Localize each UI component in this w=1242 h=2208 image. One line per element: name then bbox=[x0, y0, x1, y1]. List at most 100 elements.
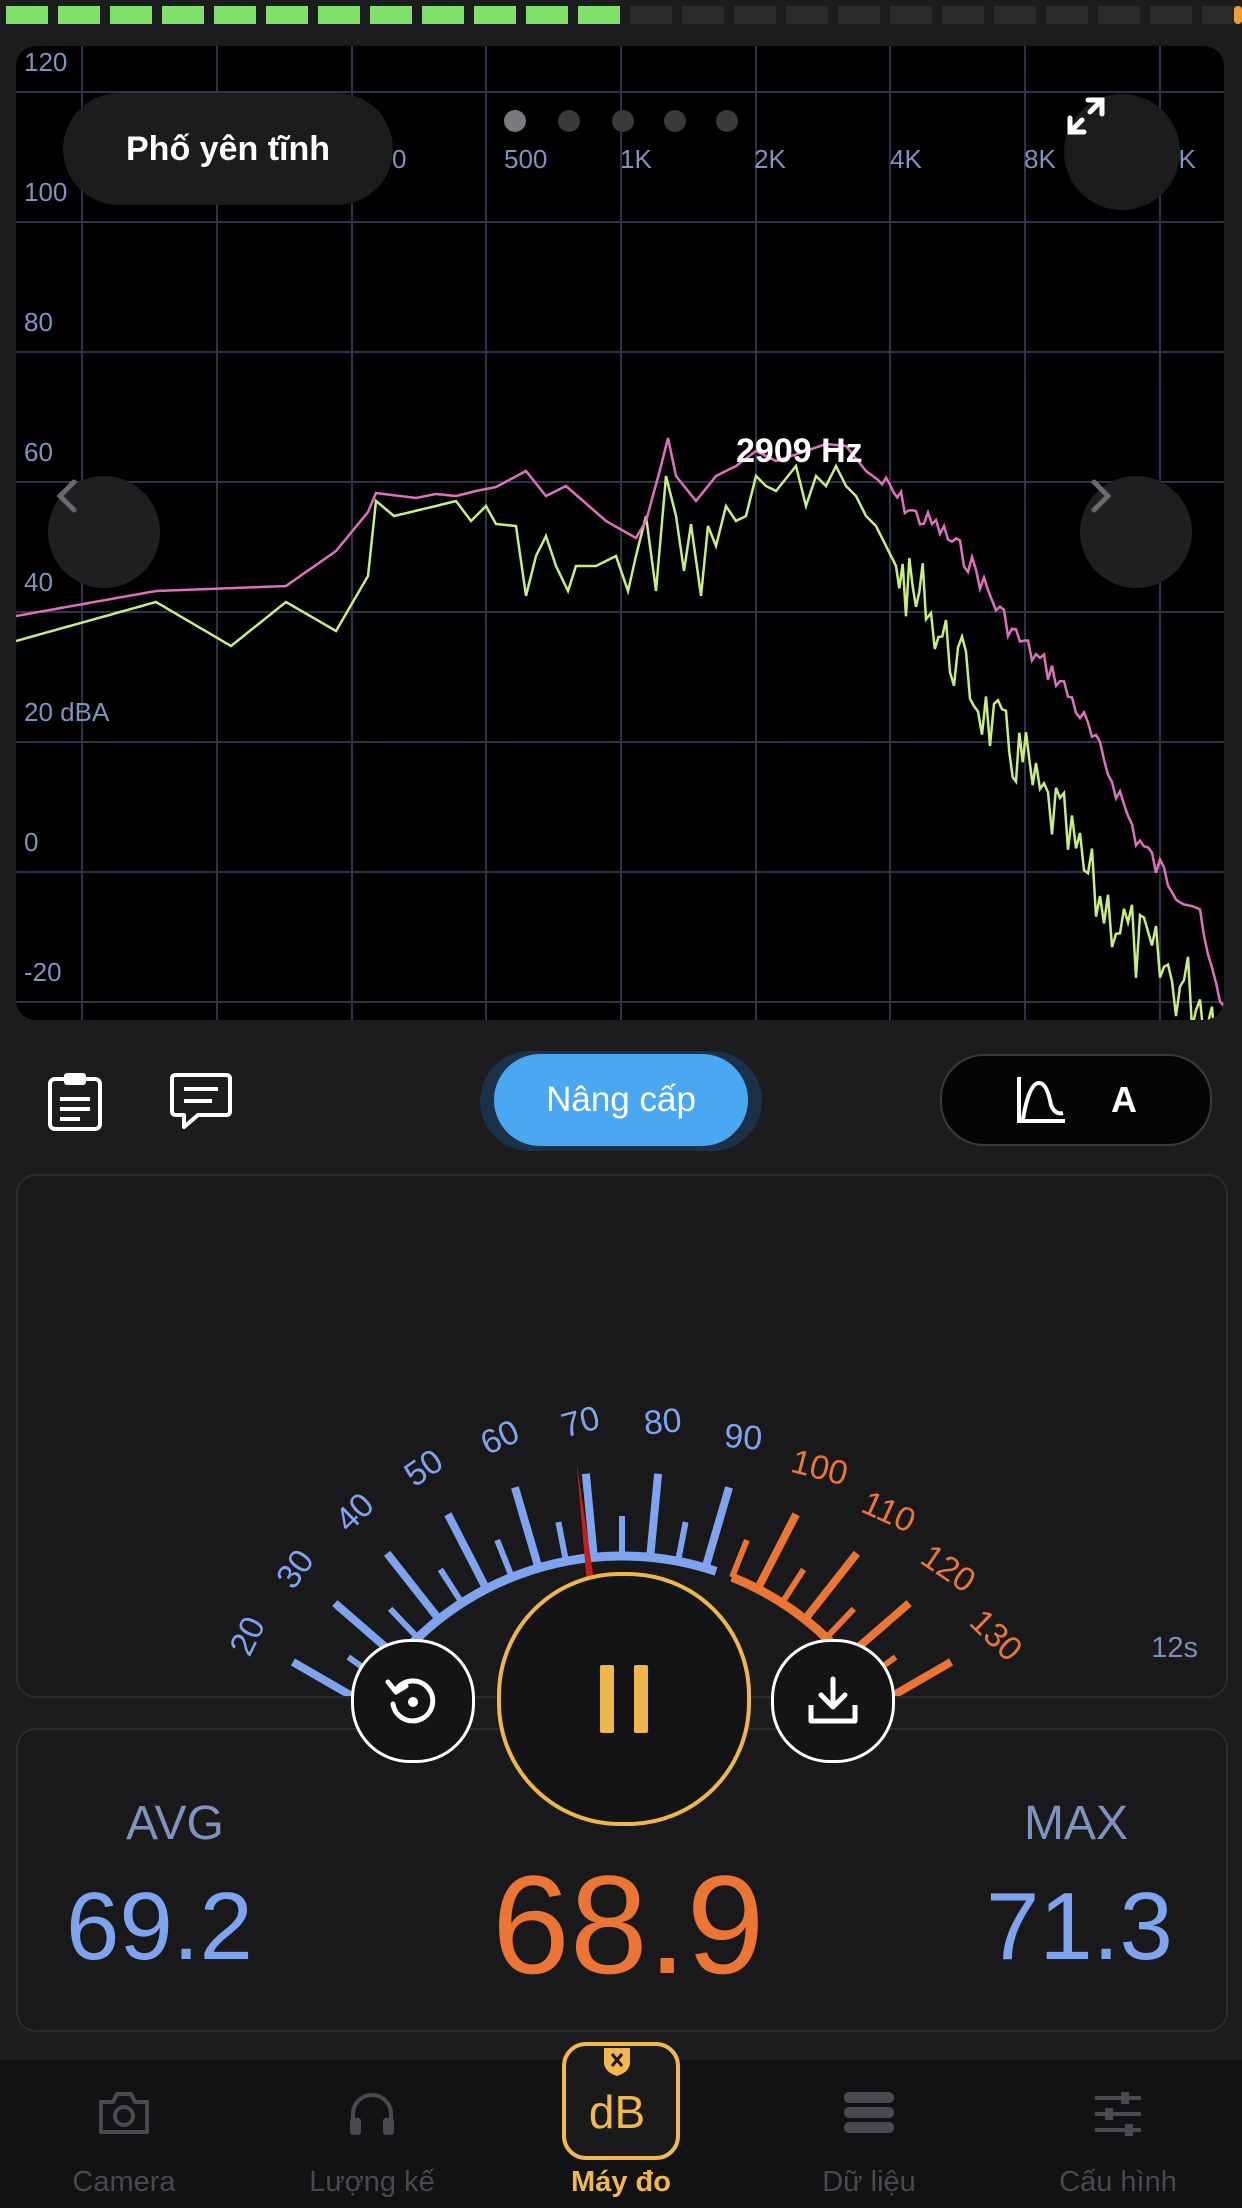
level-segment bbox=[1098, 6, 1140, 24]
notes-button[interactable] bbox=[40, 1066, 110, 1136]
level-segment bbox=[526, 6, 568, 24]
level-segment bbox=[682, 6, 724, 24]
gauge-tick bbox=[824, 1606, 857, 1640]
gauge-tick bbox=[437, 1567, 465, 1605]
upgrade-label: Nâng cấp bbox=[546, 1080, 696, 1119]
previous-button[interactable] bbox=[48, 476, 160, 588]
tab-label: Máy đo bbox=[571, 2166, 671, 2198]
level-segment bbox=[318, 6, 360, 24]
gauge-tick bbox=[754, 1512, 800, 1591]
pause-icon bbox=[600, 1665, 648, 1733]
preset-selector[interactable]: Phố yên tĩnh bbox=[63, 93, 393, 205]
level-edge-segment bbox=[1234, 6, 1242, 24]
comment-button[interactable] bbox=[166, 1066, 236, 1136]
current-value: 68.9 bbox=[492, 1846, 765, 2003]
y-tick-label: 80 bbox=[24, 307, 53, 337]
level-segment bbox=[838, 6, 880, 24]
camera-icon bbox=[99, 2092, 149, 2134]
avg-value: 69.2 bbox=[66, 1873, 253, 1980]
level-segment bbox=[994, 6, 1036, 24]
x-tick-label: 8K bbox=[1024, 144, 1056, 174]
headphones-icon bbox=[350, 2093, 394, 2135]
clipboard-icon bbox=[48, 1073, 102, 1131]
gauge-label: 30 bbox=[269, 1543, 322, 1596]
gauge-tick bbox=[801, 1550, 861, 1622]
tab-data[interactable]: Dữ liệu bbox=[745, 2060, 993, 2208]
chevron-right-icon bbox=[1091, 479, 1112, 513]
level-segment bbox=[630, 6, 672, 24]
peak-frequency-label: 2909 Hz bbox=[736, 432, 863, 470]
curve-axis-icon bbox=[1017, 1077, 1065, 1123]
tab-label: Camera bbox=[72, 2166, 176, 2198]
level-meter-bar bbox=[0, 0, 1242, 28]
chevron-left-icon bbox=[56, 479, 77, 513]
level-segment bbox=[214, 6, 256, 24]
weighting-button[interactable]: A bbox=[940, 1054, 1212, 1146]
y-tick-label: 0 bbox=[24, 827, 38, 857]
level-segment bbox=[58, 6, 100, 24]
reset-icon bbox=[385, 1678, 436, 1724]
reset-button[interactable] bbox=[351, 1639, 475, 1763]
tab-label: Cấu hình bbox=[1059, 2166, 1177, 2198]
y-tick-label: -20 bbox=[24, 957, 62, 987]
x-tick-label: 4K bbox=[890, 144, 922, 174]
level-segment bbox=[266, 6, 308, 24]
y-tick-label: 20 dBA bbox=[24, 697, 110, 727]
tab-dosimeter[interactable]: Lượng kế bbox=[248, 2060, 496, 2208]
gauge-tick bbox=[675, 1521, 689, 1562]
elapsed-time: 12s bbox=[1151, 1632, 1198, 1664]
tab-label: Lượng kế bbox=[309, 2166, 435, 2198]
tab-meter[interactable]: dB Máy đo bbox=[497, 2042, 745, 2208]
spectrum-chart[interactable]: 120 100 80 60 40 20 dBA 0 -20 0 500 1K 2K 4K 8K 6K Phố… bbox=[16, 46, 1224, 1020]
gauge-label: 50 bbox=[397, 1442, 450, 1495]
database-icon bbox=[844, 2092, 894, 2133]
tab-bar: Camera Lượng kế dB Máy đo Dữ liệu Cấu hì… bbox=[0, 2042, 1242, 2208]
page-indicator[interactable] bbox=[504, 110, 764, 134]
x-tick-label: 2K bbox=[754, 144, 786, 174]
page-dot[interactable] bbox=[558, 110, 580, 132]
tab-camera[interactable]: Camera bbox=[0, 2060, 248, 2208]
save-button[interactable] bbox=[771, 1639, 895, 1763]
y-tick-label: 60 bbox=[24, 437, 53, 467]
tab-settings[interactable]: Cấu hình bbox=[994, 2060, 1242, 2208]
gauge-tick bbox=[387, 1606, 420, 1640]
sliders-icon bbox=[1095, 2092, 1141, 2136]
gauge-label: 80 bbox=[642, 1401, 683, 1442]
comment-icon bbox=[170, 1073, 232, 1129]
tab-label: Dữ liệu bbox=[822, 2166, 916, 2198]
pause-button[interactable] bbox=[497, 1572, 751, 1826]
gauge-tick bbox=[494, 1538, 515, 1579]
gauge-label: 100 bbox=[787, 1442, 851, 1493]
level-segment bbox=[370, 6, 412, 24]
page-dot[interactable] bbox=[612, 110, 634, 132]
level-segment bbox=[734, 6, 776, 24]
gauge-tick bbox=[555, 1521, 569, 1562]
gauge-label: 70 bbox=[557, 1399, 603, 1445]
page-dot[interactable] bbox=[664, 110, 686, 132]
db-badge-text: dB bbox=[589, 2086, 645, 2138]
level-segment bbox=[162, 6, 204, 24]
upgrade-button[interactable]: Nâng cấp bbox=[494, 1054, 748, 1146]
page-dot[interactable] bbox=[504, 110, 526, 132]
gauge-label: 20 bbox=[222, 1611, 273, 1662]
expand-icon bbox=[1067, 97, 1105, 135]
level-segment bbox=[422, 6, 464, 24]
db-meter-icon: dB bbox=[562, 2042, 680, 2160]
max-label: MAX bbox=[1024, 1797, 1129, 1850]
level-segment bbox=[6, 6, 48, 24]
level-segment bbox=[110, 6, 152, 24]
x-tick-label: 0 bbox=[392, 144, 406, 174]
page-dot[interactable] bbox=[716, 110, 738, 132]
next-button[interactable] bbox=[1080, 476, 1192, 588]
level-segment bbox=[1046, 6, 1088, 24]
gauge-tick bbox=[444, 1512, 490, 1591]
x-tick-label: 500 bbox=[504, 144, 547, 174]
level-segment bbox=[578, 6, 620, 24]
avg-label: AVG bbox=[126, 1797, 224, 1850]
shield-icon: dB bbox=[589, 2048, 645, 2138]
gauge-tick bbox=[511, 1486, 543, 1570]
gauge-label: 60 bbox=[475, 1412, 525, 1462]
fullscreen-button[interactable] bbox=[1064, 94, 1180, 210]
gauge-label: 40 bbox=[328, 1486, 382, 1540]
level-segment bbox=[474, 6, 516, 24]
